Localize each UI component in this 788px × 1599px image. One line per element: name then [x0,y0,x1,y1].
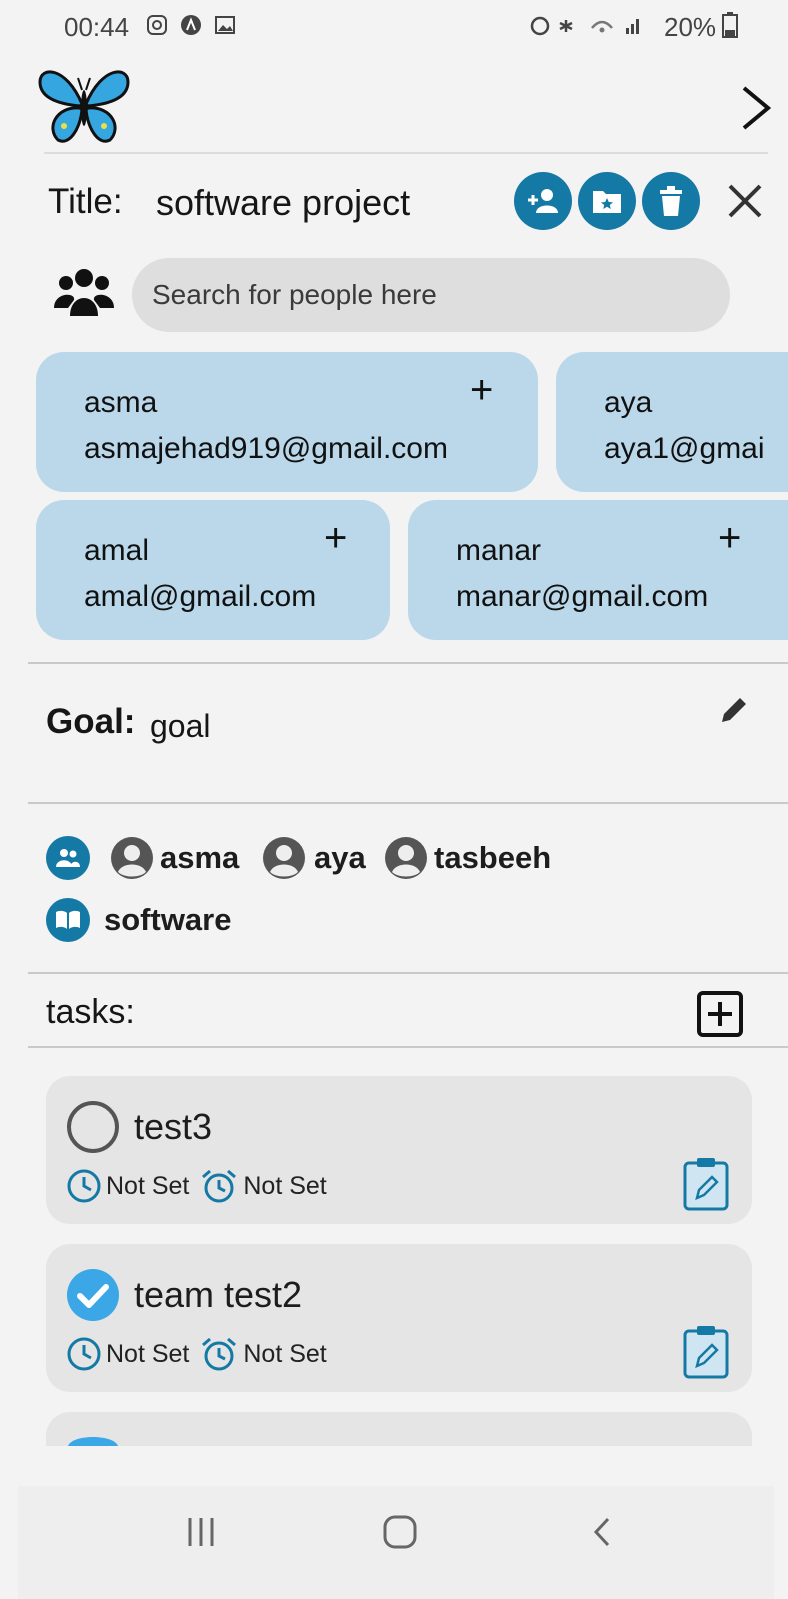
add-member-button[interactable]: + [718,518,741,558]
home-icon[interactable] [382,1514,418,1550]
clock-icon [67,1169,101,1203]
task-meta: Not Set Not Set [66,1336,327,1372]
divider [28,972,788,974]
trash-icon [660,186,682,216]
user-avatar-icon [263,837,305,879]
book-icon [56,910,80,929]
task-checked-icon[interactable] [66,1432,120,1446]
edit-pencil-icon[interactable] [718,694,750,726]
goal-label: Goal: [46,702,136,741]
members-group-button[interactable] [46,836,90,880]
member-name: asma [160,840,240,875]
person-card[interactable]: asma asmajehad919@gmail.com + [36,352,538,492]
task-time: Not Set [106,1339,190,1368]
person-card[interactable]: manar manar@gmail.com + [408,500,788,640]
alarm-clock-icon [202,1337,237,1371]
title-label: Title: [48,182,123,221]
header-divider [44,152,768,154]
person-name: asma [84,386,158,419]
status-time: 00:44 [64,12,130,42]
battery-percent: 20% [664,12,717,42]
task-alarm: Not Set [243,1339,327,1368]
instagram-icon [147,15,167,35]
task-unchecked-icon[interactable] [66,1100,120,1154]
person-card[interactable]: amal amal@gmail.com + [36,500,390,640]
group-icon [56,849,80,867]
status-icons-right [530,16,639,36]
person-name: manar [456,534,542,567]
task-card[interactable] [46,1412,752,1446]
add-member-button[interactable]: + [470,370,493,410]
task-name: test3 [134,1106,213,1147]
person-name: amal [84,534,150,567]
task-checked-icon[interactable] [66,1268,120,1322]
tasks-label: tasks: [46,993,135,1031]
divider [28,1046,788,1048]
member-name: aya [314,840,366,875]
task-name: team test2 [134,1274,303,1315]
person-email: asmajehad919@gmail.com [84,432,448,465]
task-time: Not Set [106,1171,190,1200]
add-member-button[interactable]: + [324,518,347,558]
category-name: software [104,902,232,937]
project-title[interactable]: software project [156,182,410,224]
task-card[interactable]: team test2 Not Set Not Set [46,1244,752,1392]
chevron-right-icon[interactable] [738,84,774,132]
task-meta: Not Set Not Set [66,1168,327,1204]
person-email: amal@gmail.com [84,580,317,613]
add-task-icon[interactable] [696,990,744,1038]
folder-star-icon [593,191,621,213]
person-name: aya [604,386,653,419]
goal-value: goal [150,708,211,744]
search-input[interactable] [132,258,730,332]
people-group-icon [54,269,114,316]
battery-icon [722,12,738,38]
clipboard-edit-icon[interactable] [682,1156,730,1212]
back-icon[interactable] [590,1516,614,1548]
task-card[interactable]: test3 Not Set Not Set [46,1076,752,1224]
close-icon[interactable] [722,174,768,230]
app-a-icon [181,15,201,35]
butterfly-logo[interactable] [36,64,132,146]
add-person-button[interactable] [514,172,572,230]
user-avatar-icon [111,837,153,879]
member-name: tasbeeh [434,840,552,875]
person-email: manar@gmail.com [456,580,709,613]
clock-icon [67,1337,101,1371]
alarm-clock-icon [202,1169,237,1203]
task-alarm: Not Set [243,1171,327,1200]
person-email: aya1@gmai [604,432,765,465]
folder-star-button[interactable] [578,172,636,230]
image-icon [215,16,235,34]
divider [28,802,788,804]
user-avatar-icon [385,837,427,879]
system-nav-bar [18,1486,774,1599]
add-person-icon [528,189,558,213]
person-card[interactable]: aya aya1@gmai [556,352,788,492]
delete-button[interactable] [642,172,700,230]
category-button[interactable] [46,898,90,942]
clipboard-edit-icon[interactable] [682,1324,730,1380]
recent-apps-icon[interactable] [186,1516,216,1548]
divider [28,662,788,664]
status-bar: 00:44 20% [0,0,788,56]
